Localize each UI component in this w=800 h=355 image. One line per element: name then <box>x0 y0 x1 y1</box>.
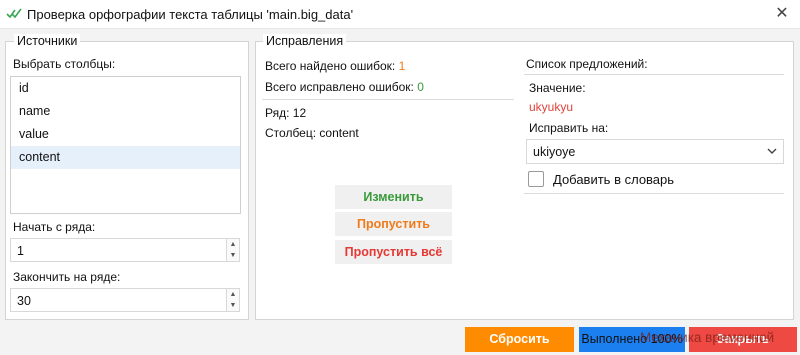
fix-to-label: Исправить на: <box>529 121 609 135</box>
sources-legend: Источники <box>14 34 81 48</box>
add-to-dictionary-checkbox[interactable] <box>528 171 544 187</box>
check-icon <box>6 8 22 19</box>
add-to-dictionary-label[interactable]: Добавить в словарь <box>553 172 674 187</box>
fix-to-dropdown[interactable]: ukiyoye <box>526 139 784 164</box>
spin-up-icon[interactable]: ▲ <box>227 289 239 300</box>
errors-found-label: Всего найдено ошибок: 1 <box>265 59 405 73</box>
misspelled-value: ukyukyu <box>529 100 574 114</box>
list-item[interactable]: id <box>11 77 240 100</box>
change-button[interactable]: Изменить <box>335 185 452 209</box>
suggestions-divider <box>524 74 784 75</box>
close-button[interactable]: Закрыть <box>689 327 797 352</box>
skip-all-button[interactable]: Пропустить всё <box>335 240 452 264</box>
done-button[interactable]: Выполнено 100% <box>579 327 685 352</box>
errors-found-text: Всего найдено ошибок: <box>265 59 396 73</box>
window-title: Проверка орфографии текста таблицы 'main… <box>27 7 354 22</box>
chevron-down-icon <box>767 148 777 154</box>
end-row-spin-buttons: ▲ ▼ <box>226 288 240 312</box>
columns-listbox[interactable]: id name value content <box>10 76 241 214</box>
stats-divider <box>262 99 514 100</box>
reset-button[interactable]: Сбросить <box>465 327 574 352</box>
skip-button[interactable]: Пропустить <box>335 212 452 236</box>
row-label: Ряд: 12 <box>265 106 307 120</box>
start-row-label: Начать с ряда: <box>13 220 96 234</box>
title-bar: Проверка орфографии текста таблицы 'main… <box>0 0 800 29</box>
suggestions-bottom-divider <box>524 193 784 194</box>
end-row-value[interactable]: 30 <box>17 294 31 308</box>
errors-fixed-text: Всего исправлено ошибок: <box>265 80 414 94</box>
end-row-stepper[interactable]: 30 ▲ ▼ <box>10 288 240 312</box>
errors-fixed-label: Всего исправлено ошибок: 0 <box>265 80 424 94</box>
suggestions-title: Список предложений: <box>526 57 648 71</box>
errors-fixed-count: 0 <box>417 80 424 94</box>
start-row-value[interactable]: 1 <box>17 244 24 258</box>
fix-to-value: ukiyoye <box>533 145 576 159</box>
list-item-selected[interactable]: content <box>11 146 240 169</box>
start-row-stepper[interactable]: 1 ▲ ▼ <box>10 238 240 262</box>
spin-down-icon[interactable]: ▼ <box>227 250 239 261</box>
start-row-spin-buttons: ▲ ▼ <box>226 238 240 262</box>
list-item[interactable]: name <box>11 100 240 123</box>
select-columns-label: Выбрать столбцы: <box>13 57 116 71</box>
spin-up-icon[interactable]: ▲ <box>227 239 239 250</box>
spin-down-icon[interactable]: ▼ <box>227 300 239 311</box>
errors-found-count: 1 <box>398 59 406 73</box>
value-label: Значение: <box>529 81 586 95</box>
list-item[interactable]: value <box>11 123 240 146</box>
end-row-label: Закончить на ряде: <box>13 270 121 284</box>
close-icon[interactable]: ✕ <box>770 3 794 25</box>
fixes-legend: Исправления <box>263 34 347 48</box>
column-label: Столбец: content <box>265 126 359 140</box>
